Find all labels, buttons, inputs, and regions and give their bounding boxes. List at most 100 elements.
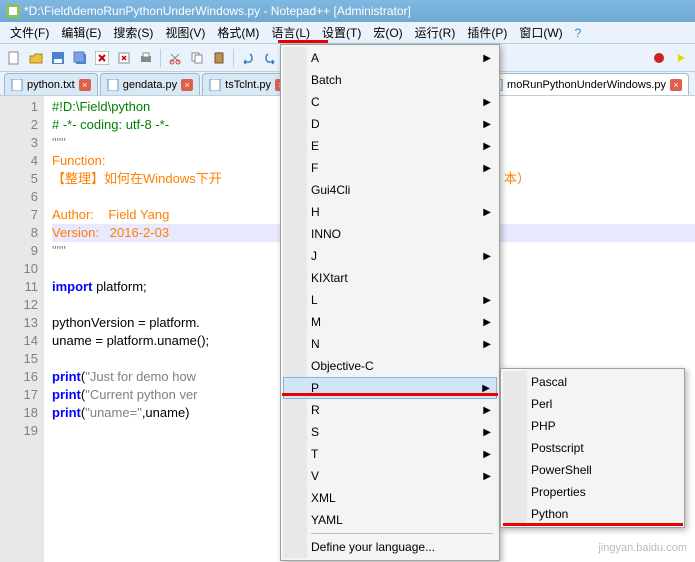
menu-item[interactable]: INNO [283,223,497,245]
menu-item[interactable]: S▶ [283,421,497,443]
submenu-arrow-icon: ▶ [483,405,491,416]
menu-item[interactable]: M▶ [283,311,497,333]
new-file-button[interactable] [4,48,24,68]
submenu-arrow-icon: ▶ [483,97,491,108]
language-menu[interactable]: A▶BatchC▶D▶E▶F▶Gui4CliH▶INNOJ▶KIXtartL▶M… [280,44,500,561]
tab[interactable]: python.txt× [4,73,98,95]
menu-10[interactable]: 窗口(W) [513,24,568,42]
menu-separator [311,533,493,534]
menu-item[interactable]: F▶ [283,157,497,179]
menu-3[interactable]: 视图(V) [159,24,211,42]
menu-item-label: V [311,469,319,483]
menu-item[interactable]: Properties [503,481,682,503]
menu-0[interactable]: 文件(F) [4,24,55,42]
menu-item[interactable]: XML [283,487,497,509]
menu-item[interactable]: T▶ [283,443,497,465]
menu-item-label: Python [531,507,568,521]
print-button[interactable] [136,48,156,68]
record-button[interactable] [649,48,669,68]
menu-4[interactable]: 格式(M) [211,24,265,42]
copy-button[interactable] [187,48,207,68]
close-file-button[interactable] [92,48,112,68]
submenu-arrow-icon: ▶ [483,317,491,328]
annotation-line-python [503,523,683,526]
toolbar-separator [233,49,234,67]
menu-item[interactable]: A▶ [283,47,497,69]
toolbar-separator [160,49,161,67]
menubar: 文件(F)编辑(E)搜索(S)视图(V)格式(M)语言(L)设置(T)宏(O)运… [0,22,695,44]
save-button[interactable] [48,48,68,68]
menu-item-label: Define your language... [311,540,435,554]
menu-item-label: C [311,95,320,109]
menu-item[interactable]: Objective-C [283,355,497,377]
menu-item-label: T [311,447,318,461]
menu-item-label: Batch [311,73,342,87]
submenu-arrow-icon: ▶ [483,119,491,130]
menu-item[interactable]: J▶ [283,245,497,267]
menu-item[interactable]: Postscript [503,437,682,459]
menu-item[interactable]: L▶ [283,289,497,311]
menu-item-label: H [311,205,320,219]
menu-item[interactable]: N▶ [283,333,497,355]
menu-item-label: L [311,293,318,307]
paste-button[interactable] [209,48,229,68]
menu-item[interactable]: C▶ [283,91,497,113]
submenu-arrow-icon: ▶ [483,141,491,152]
menu-item[interactable]: H▶ [283,201,497,223]
language-submenu-p[interactable]: PascalPerlPHP Postscript PowerShellPropert… [500,368,685,528]
annotation-underline-language [278,40,328,43]
menu-item-label: KIXtart [311,271,348,285]
menu-1[interactable]: 编辑(E) [55,24,107,42]
tab-close-icon[interactable]: × [79,79,91,91]
menu-8[interactable]: 运行(R) [409,24,462,42]
line-gutter: 12345678910111213141516171819 [0,96,44,562]
save-all-button[interactable] [70,48,90,68]
cut-button[interactable] [165,48,185,68]
menu-item[interactable]: E▶ [283,135,497,157]
submenu-arrow-icon: ▶ [483,163,491,174]
menu-item[interactable]: D▶ [283,113,497,135]
menu-help[interactable]: ? [569,24,588,42]
menu-item-label: Objective-C [311,359,374,373]
annotation-line-p [282,393,498,396]
open-file-button[interactable] [26,48,46,68]
submenu-arrow-icon: ▶ [483,427,491,438]
tab-close-icon[interactable]: × [181,79,193,91]
submenu-arrow-icon: ▶ [483,449,491,460]
menu-item[interactable]: Pascal [503,371,682,393]
tab-close-icon[interactable]: × [670,79,682,91]
menu-7[interactable]: 宏(O) [367,24,408,42]
menu-item-label: Gui4Cli [311,183,350,197]
menu-item-label: J [311,249,317,263]
menu-item[interactable]: R▶ [283,399,497,421]
menu-2[interactable]: 搜索(S) [107,24,159,42]
submenu-arrow-icon: ▶ [483,339,491,350]
menu-item[interactable]: V▶ [283,465,497,487]
window-title: *D:\Field\demoRunPythonUnderWindows.py -… [24,4,411,18]
menu-item[interactable]: PowerShell [503,459,682,481]
app-icon [6,4,20,18]
menu-item-label: Postscript [531,441,584,455]
undo-button[interactable] [238,48,258,68]
menu-item-label: A [311,51,319,65]
menu-item[interactable]: Python [503,503,682,525]
submenu-arrow-icon: ▶ [483,471,491,482]
play-button[interactable] [671,48,691,68]
submenu-arrow-icon: ▶ [483,295,491,306]
menu-item[interactable]: Gui4Cli [283,179,497,201]
menu-item-label: YAML [311,513,343,527]
menu-item[interactable]: Perl [503,393,682,415]
menu-item[interactable]: PHP [503,415,682,437]
tab[interactable]: moRunPythonUnderWindows.py× [484,73,689,95]
menu-item[interactable]: Define your language... [283,536,497,558]
menu-9[interactable]: 插件(P) [461,24,513,42]
file-icon [11,79,23,91]
close-all-button[interactable] [114,48,134,68]
tab[interactable]: gendata.py× [100,73,200,95]
menu-item-label: XML [311,491,336,505]
redo-button[interactable] [260,48,280,68]
menu-item[interactable]: Batch [283,69,497,91]
menu-item[interactable]: YAML [283,509,497,531]
menu-item-label: N [311,337,320,351]
menu-item[interactable]: KIXtart [283,267,497,289]
